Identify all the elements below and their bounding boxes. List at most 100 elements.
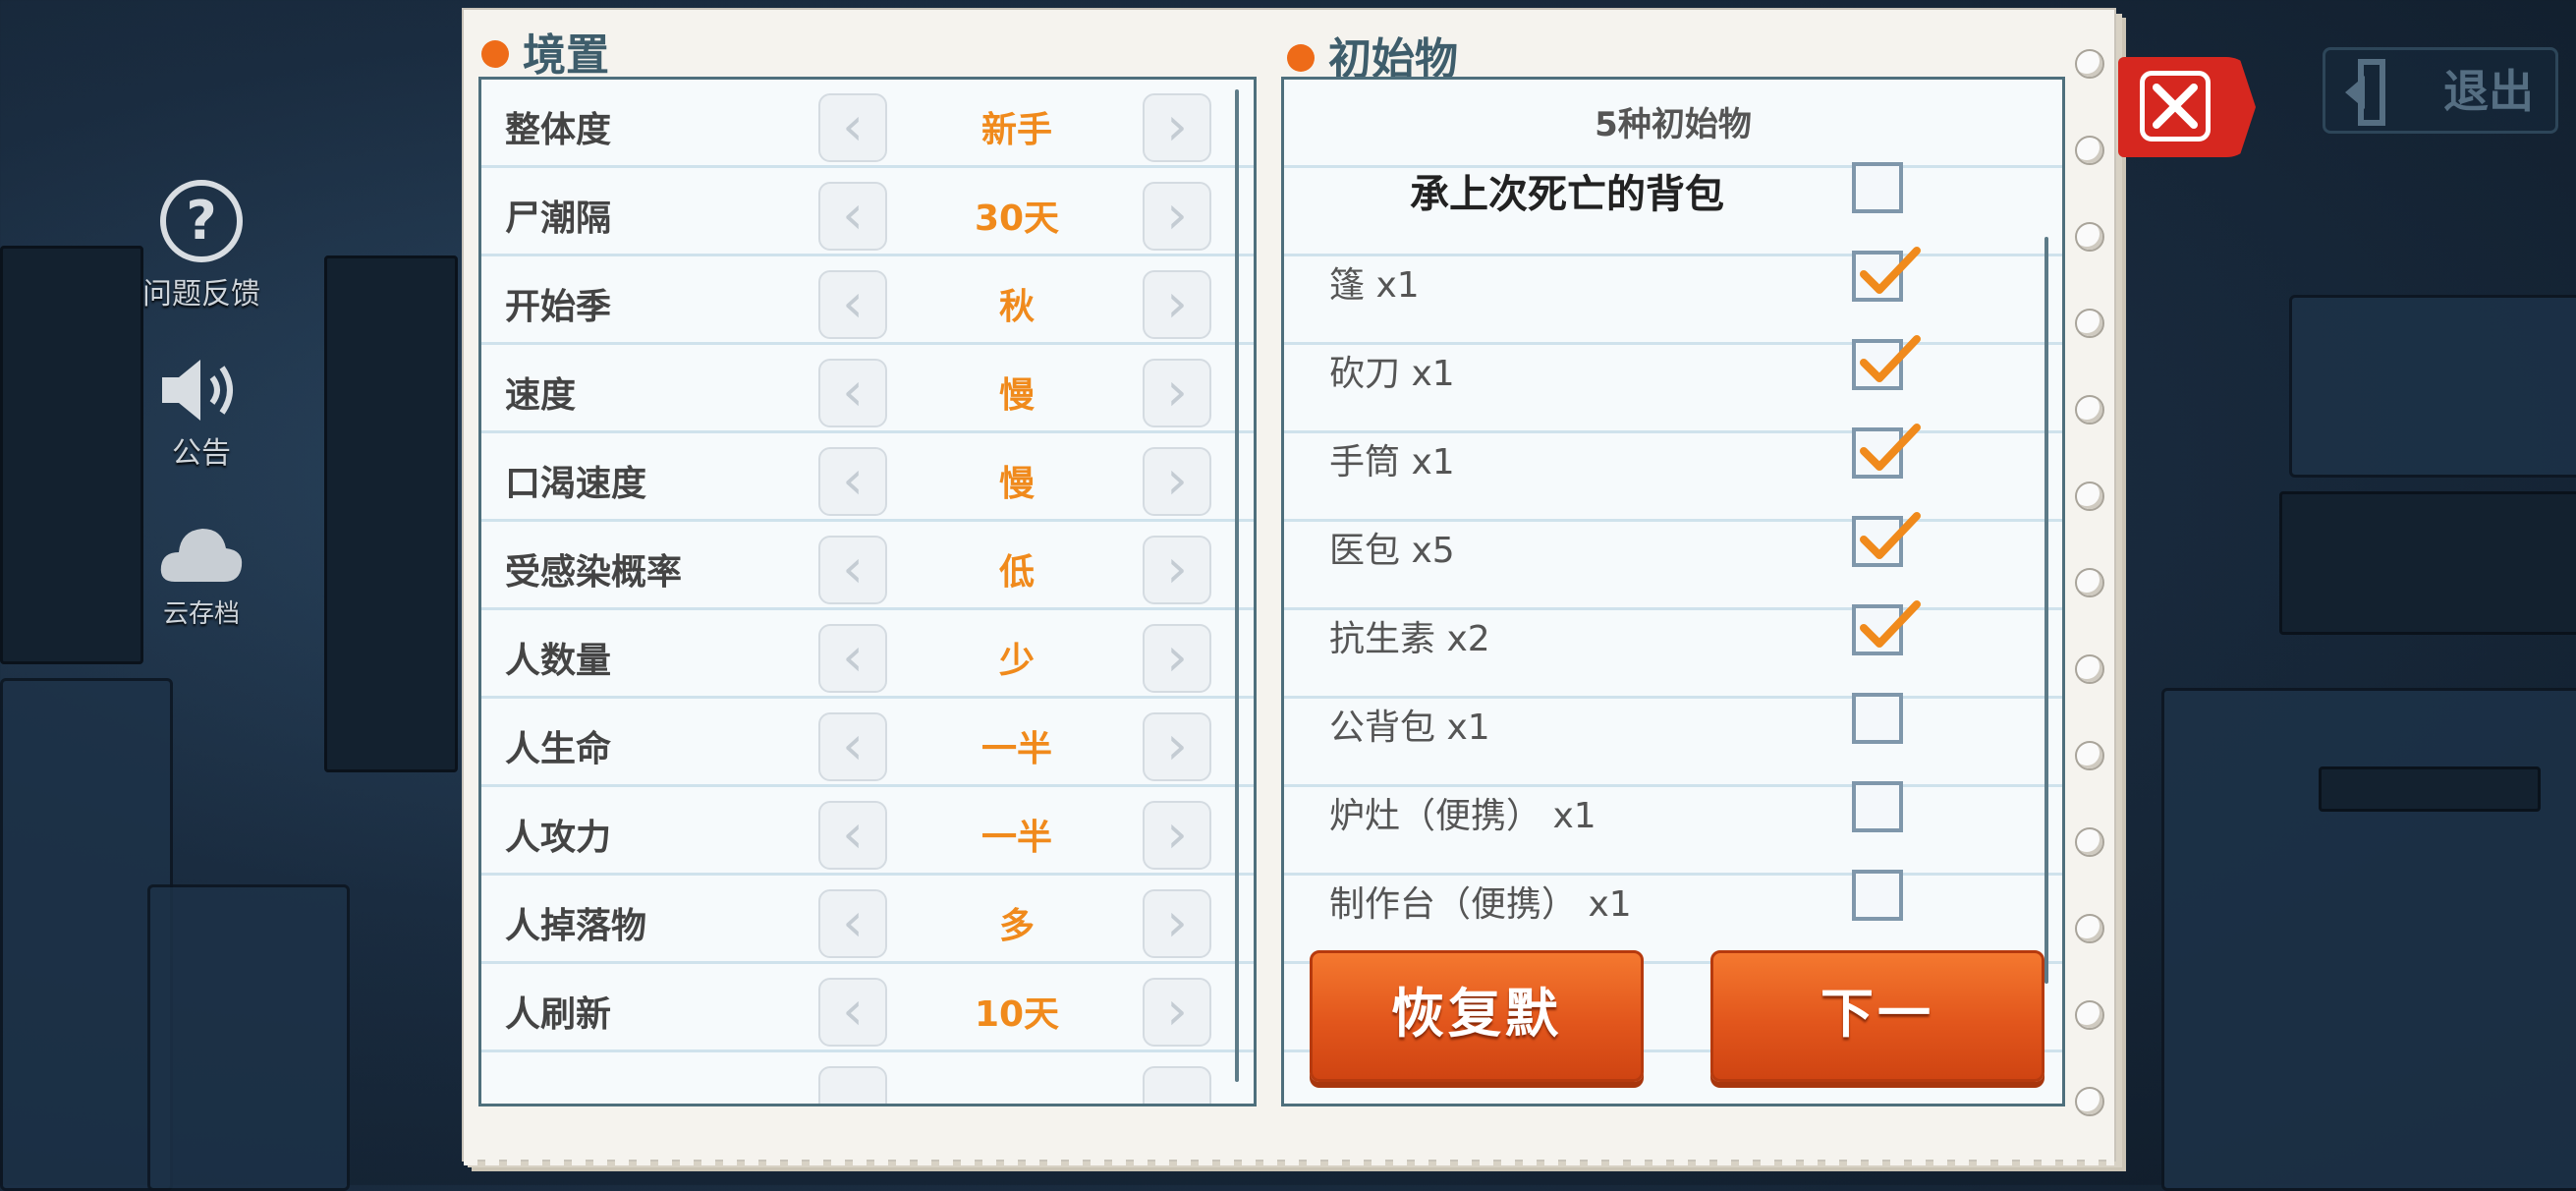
binder-ring [2075, 914, 2104, 943]
settings-list[interactable]: 整体度 ‹ 新手 › 尸潮隔 ‹ 30天 › 开始季 ‹ 秋 › 速度 ‹ 慢 › 口渴速度 ‹ 慢 › 受感染概率 ‹ 低… [478, 77, 1257, 1106]
decrease-arrow-button[interactable] [818, 1066, 887, 1104]
binder-ring [2075, 136, 2104, 165]
setting-value: 慢 [998, 464, 1035, 504]
scrollbar[interactable] [2044, 237, 2048, 984]
scrollbar[interactable] [1235, 89, 1239, 1082]
item-checkbox[interactable] [1852, 600, 1921, 655]
question-icon: ? [160, 180, 243, 262]
increase-arrow-button[interactable]: › [1143, 978, 1211, 1047]
binder-ring [2075, 1087, 2104, 1116]
item-checkbox[interactable] [1852, 870, 1903, 921]
setting-name: 受感染概率 [505, 552, 683, 593]
cloud-save-button[interactable]: 云存档 [128, 515, 275, 630]
checkmark-icon [1860, 512, 1921, 559]
setting-row: 人掉落物 ‹ 多 › [481, 876, 1254, 964]
next-button[interactable]: 下一 [1710, 950, 2044, 1082]
bullet-dot [1287, 44, 1315, 72]
item-name: 抗生素 x2 [1329, 619, 1490, 659]
announcement-button[interactable]: 公告 [128, 356, 275, 472]
feedback-button[interactable]: ? 问题反馈 [128, 177, 275, 312]
increase-arrow-button[interactable] [1143, 1066, 1211, 1104]
setting-row: 人刷新 ‹ 10天 › [481, 964, 1254, 1052]
decrease-arrow-button[interactable]: ‹ [818, 978, 887, 1047]
cloud-save-label: 云存档 [162, 599, 240, 629]
setting-name: 人攻力 [505, 818, 612, 858]
item-name: 医包 x5 [1329, 531, 1455, 571]
increase-arrow-button[interactable]: › [1143, 182, 1211, 251]
setting-value: 慢 [998, 375, 1035, 416]
decrease-arrow-button[interactable]: ‹ [818, 536, 887, 604]
chevron-right-icon: › [1166, 980, 1188, 1042]
reset-default-button[interactable]: 恢复默 [1310, 950, 1644, 1082]
setting-name: 人生命 [505, 729, 612, 769]
increase-arrow-button[interactable]: › [1143, 889, 1211, 958]
items-panel: 5种初始物 承上次死亡的背包 篷 x1 砍刀 x1 手筒 x1 医包 x5 抗生素 x2… [1281, 77, 2065, 1106]
increase-arrow-button[interactable]: › [1143, 624, 1211, 693]
decrease-arrow-button[interactable]: ‹ [818, 182, 887, 251]
exit-label: 退出 [2443, 65, 2534, 118]
binder-ring [2075, 741, 2104, 770]
setting-value: 新手 [980, 110, 1052, 150]
settings-title: 境置 [481, 20, 609, 83]
setting-name: 人数量 [505, 641, 612, 681]
inherit-backpack-label: 承上次死亡的背包 [1410, 172, 1724, 217]
decrease-arrow-button[interactable]: ‹ [818, 359, 887, 427]
decrease-arrow-button[interactable]: ‹ [818, 624, 887, 693]
item-name: 制作台（便携） x1 [1329, 884, 1632, 925]
setting-row: 人数量 ‹ 少 › [481, 610, 1254, 699]
increase-arrow-button[interactable]: › [1143, 712, 1211, 781]
item-checkbox[interactable] [1852, 335, 1921, 390]
item-checkbox[interactable] [1852, 693, 1903, 744]
item-checkbox[interactable] [1852, 247, 1921, 302]
item-checkbox[interactable] [1852, 781, 1903, 832]
chevron-right-icon: › [1166, 538, 1188, 599]
binder-ring [2075, 395, 2104, 425]
setting-row: 开始季 ‹ 秋 › [481, 256, 1254, 345]
binder-ring [2075, 568, 2104, 597]
decrease-arrow-button[interactable]: ‹ [818, 447, 887, 516]
chevron-left-icon: ‹ [842, 272, 864, 334]
decrease-arrow-button[interactable]: ‹ [818, 270, 887, 339]
item-checkbox[interactable] [1852, 512, 1921, 567]
announcement-label: 公告 [172, 436, 231, 471]
inherit-backpack-checkbox[interactable] [1852, 162, 1903, 213]
binder-ring [2075, 222, 2104, 252]
chevron-left-icon: ‹ [842, 538, 864, 599]
close-button[interactable] [2118, 57, 2256, 157]
chevron-left-icon: ‹ [842, 184, 864, 246]
svg-text:?: ? [186, 190, 216, 252]
increase-arrow-button[interactable]: › [1143, 447, 1211, 516]
setup-panel: 境置 整体度 ‹ 新手 › 尸潮隔 ‹ 30天 › 开始季 ‹ 秋 › 速度 ‹ 慢 › 口渴速度 ‹ 慢 › 受感染概… [462, 8, 2116, 1165]
setting-row: 人攻力 ‹ 一半 › [481, 787, 1254, 876]
setting-row-partial [481, 1052, 1254, 1104]
increase-arrow-button[interactable]: › [1143, 801, 1211, 870]
items-list[interactable]: 篷 x1 砍刀 x1 手筒 x1 医包 x5 抗生素 x2 公背包 x1 炉灶（便携） x1… [1284, 225, 2043, 982]
setting-value: 一半 [980, 818, 1052, 858]
item-row: 抗生素 x2 [1284, 587, 2043, 675]
chevron-left-icon: ‹ [842, 449, 864, 511]
item-checkbox[interactable] [1852, 424, 1921, 479]
item-row: 砍刀 x1 [1284, 321, 2043, 410]
increase-arrow-button[interactable]: › [1143, 359, 1211, 427]
setting-row: 整体度 ‹ 新手 › [481, 80, 1254, 168]
increase-arrow-button[interactable]: › [1143, 536, 1211, 604]
chevron-right-icon: › [1166, 361, 1188, 423]
chevron-left-icon: ‹ [842, 980, 864, 1042]
setting-row: 人生命 ‹ 一半 › [481, 699, 1254, 787]
decrease-arrow-button[interactable]: ‹ [818, 712, 887, 781]
binder-ring [2075, 1000, 2104, 1030]
item-row: 篷 x1 [1284, 233, 2043, 321]
setting-value: 少 [998, 641, 1035, 681]
setting-row: 受感染概率 ‹ 低 › [481, 522, 1254, 610]
increase-arrow-button[interactable]: › [1143, 93, 1211, 162]
decrease-arrow-button[interactable]: ‹ [818, 93, 887, 162]
increase-arrow-button[interactable]: › [1143, 270, 1211, 339]
item-name: 手筒 x1 [1329, 442, 1455, 482]
setting-name: 尸潮隔 [505, 198, 612, 239]
chevron-right-icon: › [1166, 714, 1188, 776]
decrease-arrow-button[interactable]: ‹ [818, 889, 887, 958]
decrease-arrow-button[interactable]: ‹ [818, 801, 887, 870]
exit-button[interactable]: 退出 [2323, 47, 2558, 134]
checkmark-icon [1860, 600, 1921, 648]
bullet-dot [481, 40, 509, 68]
